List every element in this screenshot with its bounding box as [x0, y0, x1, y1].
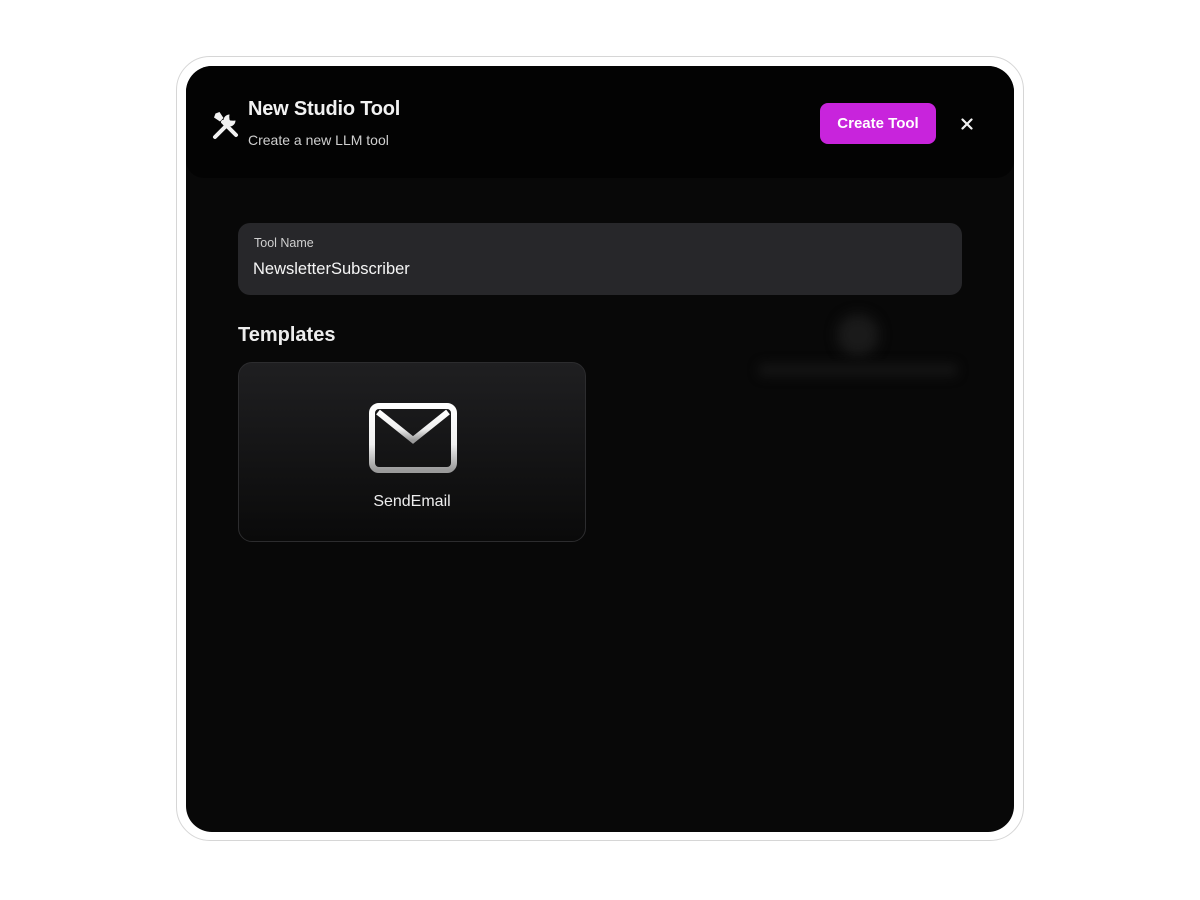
tool-name-label: Tool Name — [254, 236, 314, 250]
faded-placeholder-text — [758, 363, 958, 377]
tools-icon — [210, 108, 242, 140]
dialog-subtitle: Create a new LLM tool — [248, 132, 389, 148]
template-card-sendemail[interactable]: SendEmail — [238, 362, 586, 542]
mail-icon — [369, 403, 457, 473]
template-card-label: SendEmail — [373, 493, 451, 510]
tool-name-field[interactable]: Tool Name — [238, 223, 962, 295]
dialog-header: New Studio Tool Create a new LLM tool Cr… — [186, 66, 1014, 178]
close-icon[interactable] — [954, 111, 980, 137]
dialog-title: New Studio Tool — [248, 98, 401, 120]
tool-name-input[interactable] — [253, 257, 933, 281]
templates-heading: Templates — [238, 324, 336, 346]
new-studio-tool-dialog: New Studio Tool Create a new LLM tool Cr… — [186, 66, 1014, 832]
faded-placeholder-icon — [837, 314, 879, 356]
create-tool-button[interactable]: Create Tool — [820, 103, 936, 144]
